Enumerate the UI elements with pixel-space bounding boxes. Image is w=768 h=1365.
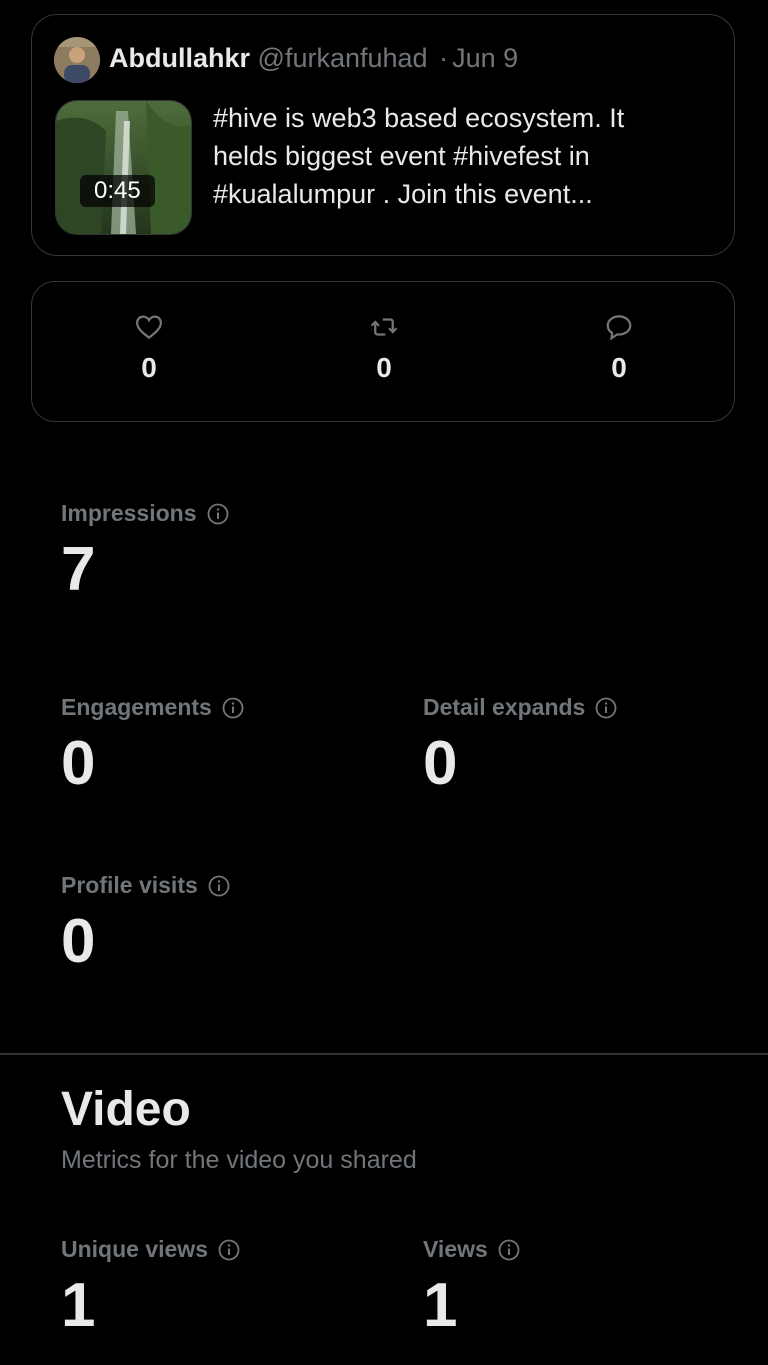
video-thumbnail[interactable]: 0:45	[55, 100, 192, 235]
unique-views-metric: Unique views 1	[61, 1236, 240, 1337]
engagements-value: 0	[61, 729, 96, 798]
retweets-count: 0	[376, 352, 392, 383]
unique-views-value: 1	[61, 1271, 96, 1340]
impressions-label: Impressions	[61, 500, 197, 526]
info-icon[interactable]	[208, 875, 230, 897]
profile-visits-value: 0	[61, 907, 96, 976]
avatar[interactable]	[54, 37, 100, 83]
tweet-card[interactable]: Abdullahkr @furkanfuhad · Jun 9 0:45 #hiv…	[31, 14, 735, 256]
tweet-header: Abdullahkr @furkanfuhad · Jun 9	[109, 43, 518, 74]
engagements-metric: Engagements 0	[61, 694, 244, 795]
info-icon[interactable]	[218, 1239, 240, 1261]
info-icon[interactable]	[498, 1239, 520, 1261]
info-icon[interactable]	[222, 697, 244, 719]
detail-expands-label: Detail expands	[423, 694, 586, 720]
video-section-subtitle: Metrics for the video you shared	[61, 1146, 417, 1174]
detail-expands-value: 0	[423, 729, 458, 798]
views-label: Views	[423, 1236, 488, 1262]
retweets-stat[interactable]: 0	[334, 312, 434, 384]
detail-expands-metric: Detail expands 0	[423, 694, 617, 795]
likes-count: 0	[141, 352, 157, 383]
info-icon[interactable]	[207, 503, 229, 525]
reply-icon	[606, 315, 632, 341]
author-name[interactable]: Abdullahkr	[109, 43, 250, 73]
impressions-metric: Impressions 7	[61, 500, 229, 601]
views-metric: Views 1	[423, 1236, 520, 1337]
engagements-label: Engagements	[61, 694, 212, 720]
likes-stat[interactable]: 0	[99, 312, 199, 384]
author-handle[interactable]: @furkanfuhad	[258, 43, 428, 73]
info-icon[interactable]	[595, 697, 617, 719]
unique-views-label: Unique views	[61, 1236, 208, 1262]
tweet-text: #hive is web3 based ecosystem. It helds …	[213, 103, 625, 209]
section-divider	[0, 1053, 768, 1055]
impressions-value: 7	[61, 535, 96, 604]
retweet-icon	[370, 318, 398, 336]
views-value: 1	[423, 1271, 458, 1340]
heart-icon	[135, 315, 163, 340]
separator-dot: ·	[439, 43, 449, 73]
profile-visits-label: Profile visits	[61, 872, 198, 898]
tweet-date[interactable]: Jun 9	[452, 43, 518, 73]
profile-visits-metric: Profile visits 0	[61, 872, 230, 973]
video-duration: 0:45	[80, 175, 155, 207]
engagement-card: 0 0 0	[31, 281, 735, 422]
replies-count: 0	[611, 352, 627, 383]
replies-stat[interactable]: 0	[569, 312, 669, 384]
video-section-title: Video	[61, 1083, 191, 1136]
